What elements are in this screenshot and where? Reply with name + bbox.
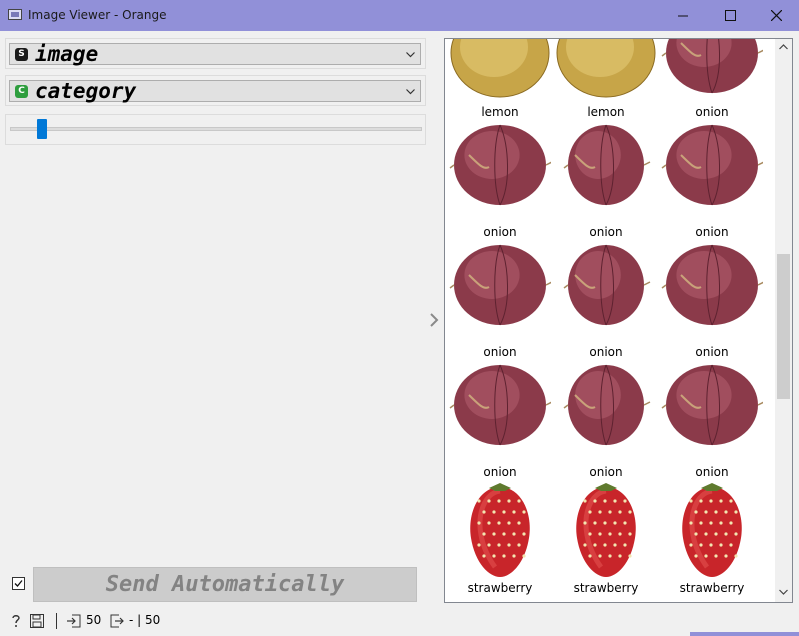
thumbnail-caption: onion — [695, 465, 729, 479]
image-grid-view[interactable]: lemon lemon onion onion onion onion onio… — [444, 38, 793, 603]
minimize-icon — [678, 15, 688, 16]
image-viewer-app-icon — [8, 9, 22, 20]
image-attribute-combo[interactable]: S image — [9, 42, 421, 66]
title-attribute-combo[interactable]: C category — [9, 79, 421, 103]
onion-image — [661, 244, 763, 326]
zoom-slider-track[interactable] — [10, 127, 422, 131]
scroll-down-icon[interactable] — [779, 589, 788, 595]
send-automatically-checkbox[interactable] — [12, 577, 25, 590]
thumbnail-item[interactable]: onion — [447, 123, 553, 243]
onion-image — [449, 244, 551, 326]
scrollbar-thumb[interactable] — [777, 254, 790, 399]
thumbnail-caption: lemon — [587, 105, 625, 119]
thumbnail-item[interactable]: onion — [659, 123, 765, 243]
strawberry-image — [576, 483, 636, 577]
checkmark-icon — [14, 580, 23, 587]
image-attribute-value: image — [35, 42, 99, 66]
status-separator — [56, 613, 57, 629]
title-attribute-value: category — [35, 79, 137, 103]
window-edge-accent — [690, 632, 799, 636]
thumbnail-item[interactable]: onion — [553, 243, 659, 363]
input-count: 50 — [86, 613, 102, 627]
help-icon[interactable] — [10, 614, 22, 628]
thumbnail-caption: onion — [483, 225, 517, 239]
save-icon[interactable] — [30, 614, 44, 628]
maximize-icon — [724, 10, 736, 21]
minimize-button[interactable] — [660, 0, 706, 31]
input-icon[interactable] — [67, 614, 81, 628]
scroll-up-icon[interactable] — [779, 44, 788, 50]
onion-image — [661, 364, 763, 446]
thumbnail-item[interactable]: strawberry — [659, 483, 765, 602]
thumbnail-caption: onion — [695, 105, 729, 119]
lemon-image — [556, 39, 656, 98]
thumbnail-caption: onion — [589, 345, 623, 359]
onion-image — [449, 124, 551, 206]
thumbnail-item[interactable]: onion — [447, 243, 553, 363]
thumbnail-caption: onion — [695, 345, 729, 359]
thumbnail-caption: onion — [589, 465, 623, 479]
strawberry-image — [682, 483, 742, 577]
send-automatically-button[interactable]: Send Automatically — [33, 567, 417, 602]
thumbnail-caption: onion — [695, 225, 729, 239]
zoom-slider-handle[interactable] — [37, 119, 47, 139]
thumbnail-caption: strawberry — [467, 581, 533, 595]
chevron-right-icon[interactable] — [428, 312, 440, 328]
chevron-down-icon — [406, 52, 415, 58]
thumbnail-item[interactable]: strawberry — [447, 483, 553, 602]
thumbnail-item[interactable]: strawberry — [553, 483, 659, 602]
maximize-button[interactable] — [707, 0, 753, 31]
onion-image — [563, 124, 651, 206]
thumbnail-item[interactable]: onion — [553, 123, 659, 243]
vertical-scrollbar[interactable] — [775, 39, 792, 602]
lemon-image — [450, 39, 550, 98]
strawberry-image — [470, 483, 530, 577]
status-bar: 50 - | 50 — [0, 608, 799, 636]
thumbnail-caption: strawberry — [679, 581, 745, 595]
output-icon[interactable] — [110, 614, 124, 628]
close-button[interactable] — [753, 0, 799, 31]
window-title: Image Viewer - Orange — [28, 8, 167, 22]
thumbnail-item[interactable]: onion — [659, 243, 765, 363]
thumbnail-caption: onion — [483, 465, 517, 479]
onion-image — [563, 244, 651, 326]
thumbnail-caption: strawberry — [573, 581, 639, 595]
thumbnail-item[interactable]: onion — [553, 363, 659, 483]
window-title-bar: Image Viewer - Orange — [0, 0, 799, 31]
thumbnail-caption: onion — [483, 345, 517, 359]
categorical-variable-icon: C — [15, 85, 28, 98]
onion-image — [563, 364, 651, 446]
close-icon — [770, 10, 782, 21]
output-count: - | 50 — [129, 613, 161, 627]
thumbnail-item[interactable]: onion — [447, 363, 553, 483]
onion-image — [661, 124, 763, 206]
string-variable-icon: S — [15, 48, 28, 61]
thumbnail-caption: onion — [589, 225, 623, 239]
thumbnail-caption: lemon — [481, 105, 519, 119]
chevron-down-icon — [406, 89, 415, 95]
onion-image — [449, 364, 551, 446]
thumbnail-item[interactable]: onion — [659, 363, 765, 483]
